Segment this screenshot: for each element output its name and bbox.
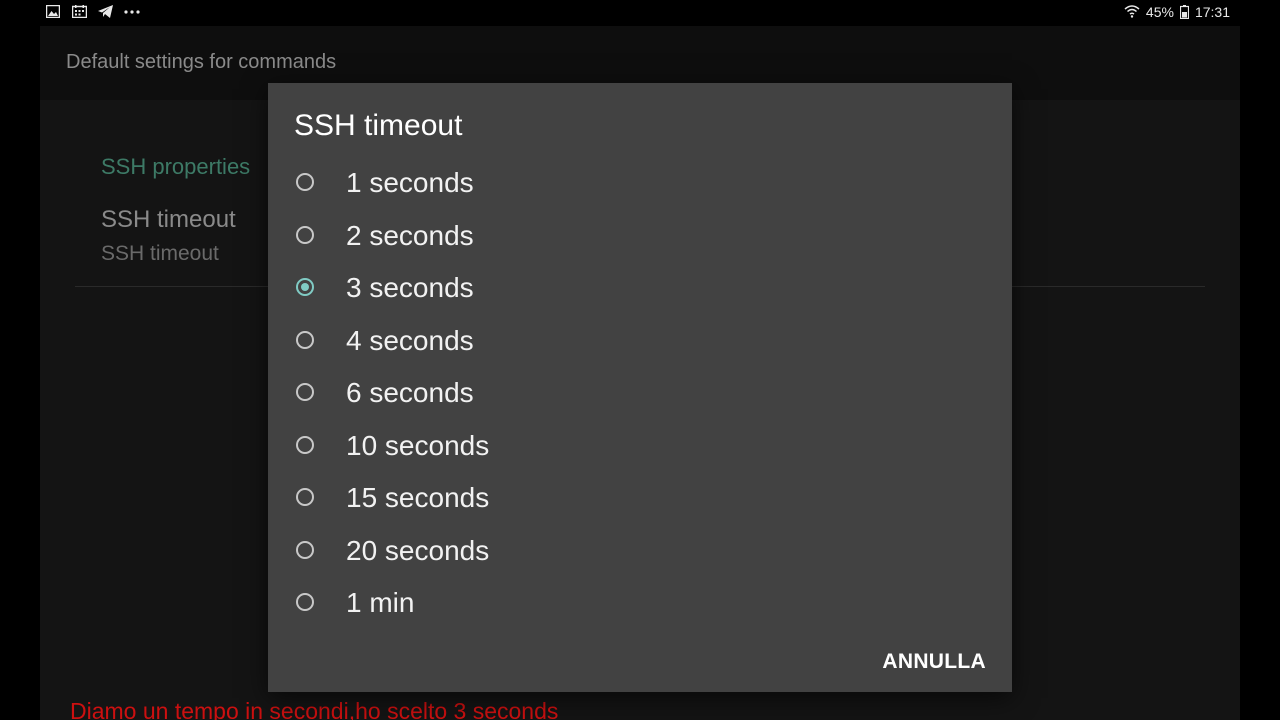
timeout-option-label: 3 seconds bbox=[346, 272, 474, 303]
timeout-option-label: 15 seconds bbox=[346, 482, 490, 513]
radio-button[interactable] bbox=[296, 383, 314, 401]
video-caption: Diamo un tempo in secondi,ho scelto 3 se… bbox=[70, 698, 559, 720]
calendar-icon bbox=[71, 5, 88, 19]
radio-button[interactable] bbox=[296, 540, 314, 559]
app-bar-title: Default settings for commands bbox=[66, 51, 337, 73]
timeout-option[interactable]: 2 seconds bbox=[268, 212, 1012, 265]
timeout-options-list: 1 seconds 2 seconds 3 seconds 4 seconds 6 se… bbox=[268, 159, 1012, 632]
timeout-option[interactable]: 3 seconds bbox=[268, 264, 1012, 317]
radio-button[interactable] bbox=[296, 225, 314, 244]
timeout-option[interactable]: 1 min bbox=[268, 579, 1012, 632]
timeout-option-label: 1 min bbox=[346, 587, 415, 618]
timeout-option[interactable]: 4 seconds bbox=[268, 317, 1012, 370]
section-header-ssh-properties: SSH properties bbox=[101, 154, 251, 179]
radio-button-checked[interactable] bbox=[296, 278, 314, 296]
radio-button[interactable] bbox=[296, 330, 314, 349]
timeout-option-label: 20 seconds bbox=[346, 534, 490, 566]
more-dots-icon bbox=[124, 5, 140, 19]
battery-icon bbox=[1179, 5, 1190, 20]
ssh-timeout-preference-title[interactable]: SSH timeout bbox=[101, 206, 236, 234]
timeout-option[interactable]: 1 seconds bbox=[268, 159, 1012, 212]
screen: 45% 17:31 Default settings for commands … bbox=[0, 0, 1280, 720]
clock: 17:31 bbox=[1194, 4, 1230, 20]
timeout-option[interactable]: 6 seconds bbox=[268, 369, 1012, 422]
status-bar: 45% 17:31 bbox=[0, 0, 1280, 28]
status-bar-left bbox=[45, 4, 140, 19]
radio-button[interactable] bbox=[296, 173, 314, 191]
status-bar-right: 45% 17:31 bbox=[1124, 4, 1230, 20]
wifi-icon bbox=[1124, 5, 1140, 19]
timeout-option-label: 10 seconds bbox=[346, 429, 490, 461]
gallery-icon bbox=[45, 4, 62, 19]
timeout-option[interactable]: 15 seconds bbox=[268, 474, 1012, 527]
ssh-timeout-dialog: SSH timeout 1 seconds 2 seconds 3 seconds 4… bbox=[268, 83, 1012, 692]
timeout-option-label: 1 seconds bbox=[346, 167, 474, 198]
battery-percent: 45% bbox=[1145, 4, 1174, 20]
timeout-option[interactable]: 20 seconds bbox=[268, 527, 1012, 580]
dialog-title: SSH timeout bbox=[294, 109, 463, 142]
timeout-option-label: 2 seconds bbox=[346, 219, 474, 251]
radio-button[interactable] bbox=[296, 593, 314, 611]
radio-button[interactable] bbox=[296, 488, 314, 506]
radio-button[interactable] bbox=[296, 435, 314, 454]
timeout-option[interactable]: 10 seconds bbox=[268, 422, 1012, 475]
cancel-button[interactable]: ANNULLA bbox=[882, 650, 986, 674]
telegram-icon bbox=[98, 5, 114, 19]
timeout-option-label: 6 seconds bbox=[346, 377, 474, 408]
ssh-timeout-preference-summary: SSH timeout bbox=[101, 242, 219, 265]
timeout-option-label: 4 seconds bbox=[346, 324, 474, 356]
